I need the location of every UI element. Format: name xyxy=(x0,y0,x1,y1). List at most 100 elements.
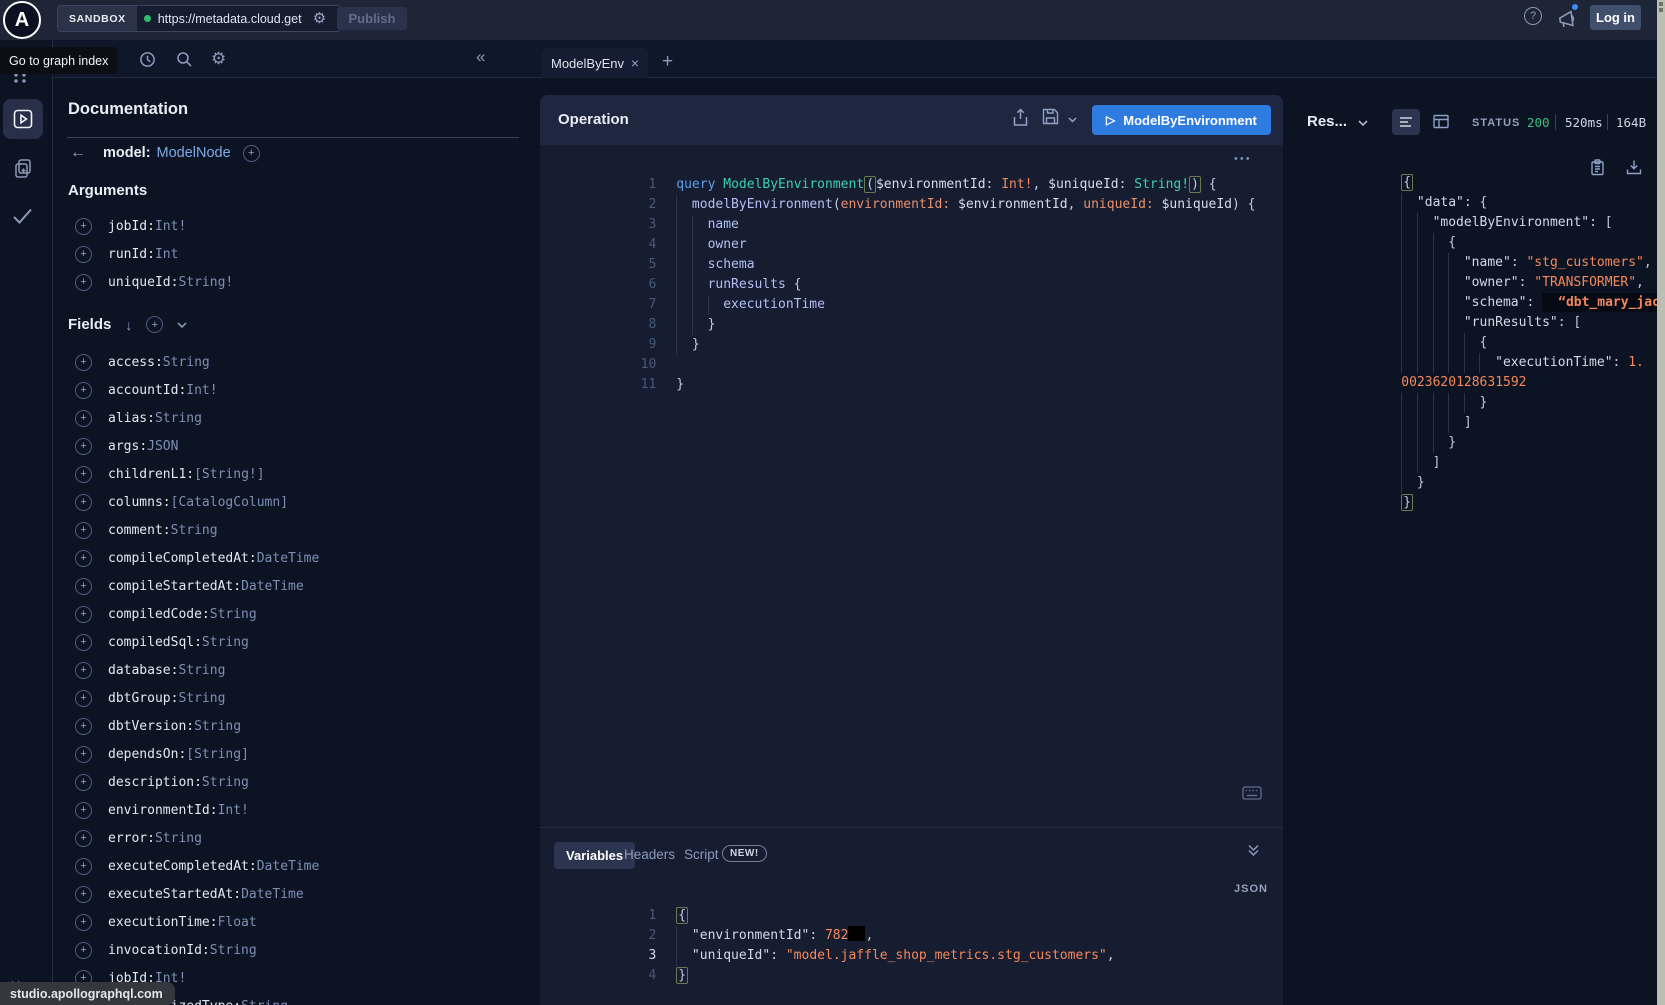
new-tab-button[interactable]: + xyxy=(662,52,673,71)
add-field-button[interactable]: + xyxy=(75,410,92,427)
collapse-variables-icon[interactable] xyxy=(1247,844,1260,857)
field-type[interactable]: Int! xyxy=(218,803,249,818)
field-name[interactable]: compileStartedAt xyxy=(108,579,233,594)
field-type[interactable]: String xyxy=(194,719,241,734)
argument-type[interactable]: Int xyxy=(155,247,178,262)
add-field-button[interactable]: + xyxy=(75,606,92,623)
field-type[interactable]: String xyxy=(155,831,202,846)
tab-headers[interactable]: Headers xyxy=(624,847,675,862)
apollo-logo-icon[interactable]: A xyxy=(3,1,41,39)
add-field-button[interactable]: + xyxy=(75,690,92,707)
nav-explorer-active[interactable] xyxy=(3,99,43,139)
add-field-button[interactable]: + xyxy=(243,145,260,162)
field-type[interactable]: [CatalogColumn] xyxy=(171,495,288,510)
field-type[interactable]: [String!] xyxy=(194,467,264,482)
add-field-button[interactable]: + xyxy=(75,634,92,651)
share-icon[interactable] xyxy=(1012,108,1029,127)
add-field-button[interactable]: + xyxy=(75,802,92,819)
field-name[interactable]: executeCompletedAt xyxy=(108,859,249,874)
field-name[interactable]: compiledSql xyxy=(108,635,194,650)
add-field-button[interactable]: + xyxy=(75,354,92,371)
run-operation-button[interactable]: ▷ ModelByEnvironment xyxy=(1092,105,1271,135)
response-title[interactable]: Res... xyxy=(1307,113,1347,130)
field-name[interactable]: accountId xyxy=(108,383,178,398)
add-field-button[interactable]: + xyxy=(75,578,92,595)
field-type[interactable]: String xyxy=(202,775,249,790)
field-type[interactable]: String xyxy=(171,523,218,538)
field-type[interactable]: String xyxy=(202,635,249,650)
field-type[interactable]: String xyxy=(210,607,257,622)
keyboard-shortcuts-icon[interactable] xyxy=(1242,786,1262,800)
endpoint-settings-icon[interactable]: ⚙ xyxy=(313,11,326,26)
history-icon[interactable] xyxy=(139,51,156,68)
nav-collections-icon[interactable] xyxy=(13,158,34,179)
sort-icon[interactable]: ↓ xyxy=(125,317,132,333)
add-field-button[interactable]: + xyxy=(75,914,92,931)
argument-type[interactable]: String! xyxy=(178,275,233,290)
field-name[interactable]: compiledCode xyxy=(108,607,202,622)
field-type[interactable]: Float xyxy=(218,915,257,930)
add-field-button[interactable]: + xyxy=(75,830,92,847)
add-all-fields-button[interactable]: + xyxy=(146,316,163,333)
code-line[interactable]: 1{ xyxy=(540,886,1283,906)
back-arrow-icon[interactable]: ← xyxy=(70,144,94,162)
field-name[interactable]: dbtGroup xyxy=(108,691,171,706)
field-type[interactable]: Int! xyxy=(186,383,217,398)
field-name[interactable]: columns xyxy=(108,495,163,510)
nav-checks-icon[interactable] xyxy=(12,207,33,225)
field-type[interactable]: DateTime xyxy=(257,551,320,566)
field-name[interactable]: args xyxy=(108,439,139,454)
add-field-button[interactable]: + xyxy=(75,746,92,763)
collapse-docs-icon[interactable]: « xyxy=(476,48,485,65)
add-field-button[interactable]: + xyxy=(75,774,92,791)
response-viewer[interactable]: { "data": { "modelByEnvironment": [ { "n… xyxy=(1296,153,1657,493)
field-type[interactable]: [String] xyxy=(186,747,249,762)
add-argument-button[interactable]: + xyxy=(75,246,92,263)
argument-name[interactable]: jobId xyxy=(108,219,147,234)
add-field-button[interactable]: + xyxy=(75,718,92,735)
field-name[interactable]: compileCompletedAt xyxy=(108,551,249,566)
add-field-button[interactable]: + xyxy=(75,550,92,567)
view-raw-toggle-active[interactable] xyxy=(1392,109,1420,135)
argument-name[interactable]: uniqueId xyxy=(108,275,171,290)
tab-script[interactable]: Script xyxy=(684,847,719,862)
field-name[interactable]: error xyxy=(108,831,147,846)
explorer-settings-icon[interactable]: ⚙ xyxy=(211,49,226,69)
field-name[interactable]: access xyxy=(108,355,155,370)
search-icon[interactable] xyxy=(176,51,193,68)
field-name[interactable]: childrenL1 xyxy=(108,467,186,482)
add-field-button[interactable]: + xyxy=(75,886,92,903)
login-button[interactable]: Log in xyxy=(1590,5,1641,30)
add-field-button[interactable]: + xyxy=(75,466,92,483)
endpoint-url-field[interactable]: https://metadata.cloud.get ⚙ xyxy=(137,6,340,31)
field-name[interactable]: dependsOn xyxy=(108,747,178,762)
field-type[interactable]: String xyxy=(178,663,225,678)
field-type[interactable]: String xyxy=(210,943,257,958)
help-icon[interactable]: ? xyxy=(1524,7,1542,25)
operation-editor[interactable]: 1query ModelByEnvironment($environmentId… xyxy=(540,155,1283,375)
save-options-chevron-icon[interactable] xyxy=(1068,117,1077,123)
field-type[interactable]: DateTime xyxy=(241,887,304,902)
field-type[interactable]: String xyxy=(241,999,288,1005)
add-argument-button[interactable]: + xyxy=(75,274,92,291)
operation-tab[interactable]: ModelByEnvi... × xyxy=(542,48,648,78)
field-name[interactable]: description xyxy=(108,775,194,790)
field-name[interactable]: dbtVersion xyxy=(108,719,186,734)
field-name[interactable]: executeStartedAt xyxy=(108,887,233,902)
add-field-button[interactable]: + xyxy=(75,522,92,539)
add-argument-button[interactable]: + xyxy=(75,218,92,235)
chevron-down-icon[interactable] xyxy=(177,322,187,328)
add-field-button[interactable]: + xyxy=(75,942,92,959)
add-field-button[interactable]: + xyxy=(75,662,92,679)
argument-name[interactable]: runId xyxy=(108,247,147,262)
code-line[interactable]: 1query ModelByEnvironment($environmentId… xyxy=(540,155,1283,175)
field-type[interactable]: JSON xyxy=(147,439,178,454)
response-dropdown-chevron-icon[interactable] xyxy=(1358,120,1368,126)
field-name[interactable]: alias xyxy=(108,411,147,426)
save-icon[interactable] xyxy=(1042,108,1059,125)
field-type[interactable]: String xyxy=(155,411,202,426)
field-type[interactable]: String xyxy=(178,691,225,706)
field-type[interactable]: String xyxy=(163,355,210,370)
variables-editor[interactable]: 1{ 2"environmentId": 782, 3"uniqueId": "… xyxy=(540,886,1283,966)
add-field-button[interactable]: + xyxy=(75,494,92,511)
